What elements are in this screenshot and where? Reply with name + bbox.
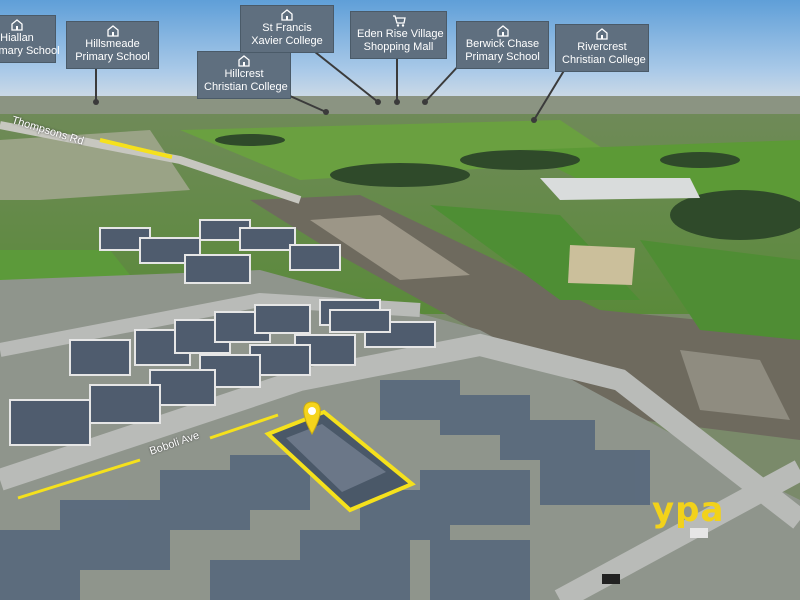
poi-label-eden-rise: Eden Rise Village Shopping Mall — [350, 11, 447, 59]
poi-label-hillsmeade: Hillsmeade Primary School — [66, 21, 159, 69]
school-icon — [73, 25, 152, 37]
poi-label-hiallan: Hiallan Primary School — [0, 15, 60, 63]
poi-line1: St Francis — [262, 22, 312, 34]
distant-town — [0, 96, 800, 116]
poi-line1: Rivercrest — [577, 41, 627, 53]
school-icon — [247, 9, 327, 21]
agency-logo: ypa — [652, 490, 725, 530]
poi-line2: Christian College — [562, 54, 646, 66]
shopping-cart-icon — [357, 15, 440, 27]
poi-label-st-francis: St Francis Xavier College — [240, 5, 334, 53]
poi-line2: Primary School — [465, 51, 540, 63]
poi-line2: Shopping Mall — [363, 41, 434, 53]
poi-line1: Berwick Chase — [465, 38, 540, 50]
school-icon — [463, 25, 542, 37]
school-icon — [0, 19, 49, 31]
poi-line1: Hillcrest — [224, 68, 264, 80]
poi-line2: Christian College — [204, 81, 288, 93]
poi-line2: Primary School — [0, 45, 60, 57]
poi-label-rivercrest: Rivercrest Christian College — [555, 24, 649, 72]
poi-line1: Eden Rise Village — [357, 28, 444, 40]
farm-shed — [540, 178, 700, 200]
school-icon — [204, 55, 284, 67]
poi-line1: Hiallan — [0, 32, 34, 44]
poi-label-hillcrest: Hillcrest Christian College — [197, 51, 291, 99]
poi-line2: Xavier College — [251, 35, 323, 47]
poi-line1: Hillsmeade — [85, 38, 140, 50]
poi-label-berwick-chase: Berwick Chase Primary School — [456, 21, 549, 69]
poi-line2: Primary School — [75, 51, 150, 63]
school-icon — [562, 28, 642, 40]
